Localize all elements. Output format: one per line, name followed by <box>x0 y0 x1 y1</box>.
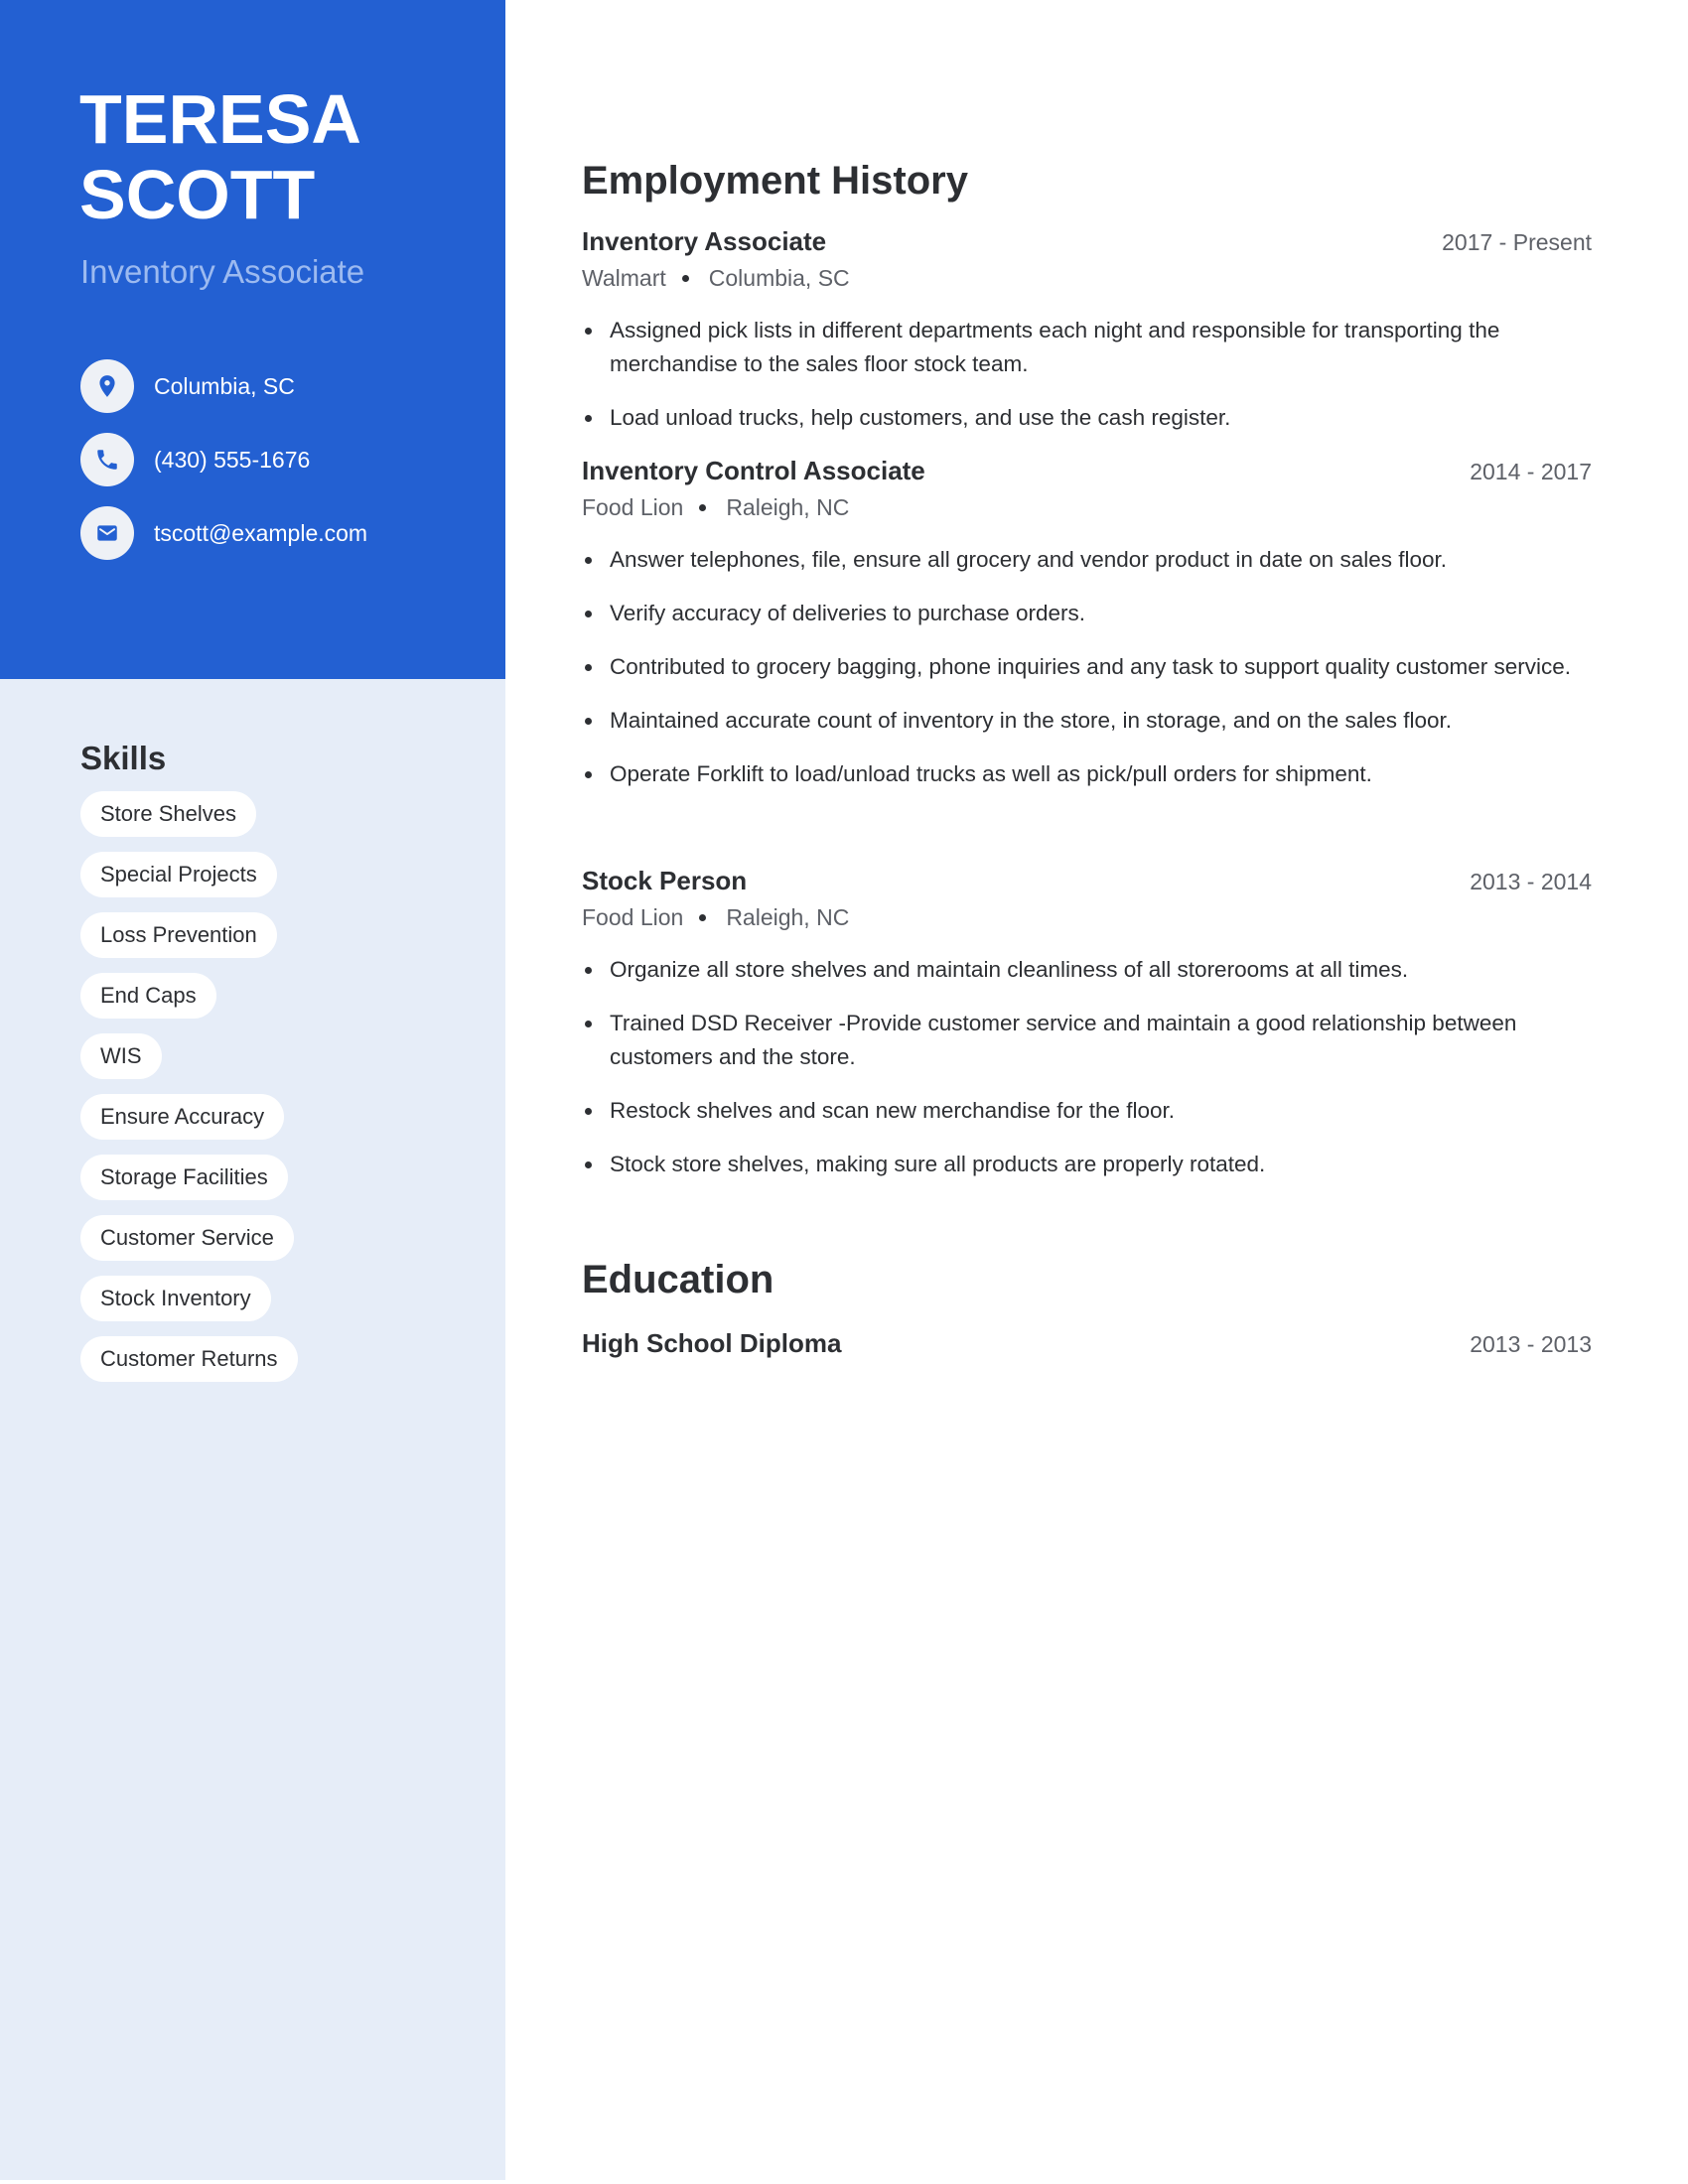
job-entry: Inventory Control Associate 2014 - 2017 … <box>582 456 1592 811</box>
bullet-item: Restock shelves and scan new merchandise… <box>582 1094 1592 1128</box>
job-title: Inventory Control Associate <box>582 456 925 485</box>
job-entry: Stock Person 2013 - 2014 Food Lion Ralei… <box>582 866 1592 1201</box>
job-dates: 2017 - Present <box>1442 229 1592 255</box>
skill-chip: WIS <box>80 1033 162 1079</box>
job-title: Inventory Associate <box>582 226 827 256</box>
job-company: Food Lion <box>582 904 684 930</box>
job-bullets: Answer telephones, file, ensure all groc… <box>582 543 1592 791</box>
separator-dot <box>681 275 689 282</box>
email-link[interactable]: tscott@example.com <box>154 520 367 547</box>
job-entry: Inventory Associate 2017 - Present Walma… <box>582 226 1592 455</box>
job-dates: 2013 - 2014 <box>1470 869 1592 894</box>
bullet-item: Operate Forklift to load/unload trucks a… <box>582 757 1592 791</box>
candidate-name: TERESA SCOTT <box>79 81 361 232</box>
bullet-item: Assigned pick lists in different departm… <box>582 314 1592 381</box>
job-company: Food Lion <box>582 494 684 520</box>
bullet-item: Maintained accurate count of inventory i… <box>582 704 1592 738</box>
last-name: SCOTT <box>79 156 316 233</box>
separator-dot <box>699 504 707 511</box>
bullet-item: Trained DSD Receiver -Provide customer s… <box>582 1007 1592 1074</box>
job-meta: Food Lion Raleigh, NC <box>582 904 1592 931</box>
education-heading: Education <box>582 1258 774 1301</box>
job-meta: Walmart Columbia, SC <box>582 265 1592 292</box>
job-location: Raleigh, NC <box>726 904 850 930</box>
bullet-item: Verify accuracy of deliveries to purchas… <box>582 597 1592 630</box>
separator-dot <box>699 914 707 921</box>
job-dates: 2014 - 2017 <box>1470 459 1592 484</box>
job-bullets: Assigned pick lists in different departm… <box>582 314 1592 435</box>
first-name: TERESA <box>79 80 361 158</box>
skill-chip: Customer Returns <box>80 1336 298 1382</box>
bullet-item: Answer telephones, file, ensure all groc… <box>582 543 1592 577</box>
envelope-icon <box>80 506 134 560</box>
bullet-item: Stock store shelves, making sure all pro… <box>582 1148 1592 1181</box>
candidate-headline: Inventory Associate <box>80 253 365 290</box>
education-entry: High School Diploma 2013 - 2013 <box>582 1328 1592 1359</box>
skill-chip: Loss Prevention <box>80 912 277 958</box>
contact-list: Columbia, SC (430) 555-1676 tscott@examp… <box>80 359 367 580</box>
job-location: Columbia, SC <box>708 265 850 291</box>
skill-chip: Special Projects <box>80 852 277 897</box>
skill-chip: End Caps <box>80 973 216 1019</box>
skill-chip: Store Shelves <box>80 791 256 837</box>
job-title: Stock Person <box>582 866 748 895</box>
sidebar: TERESA SCOTT Inventory Associate Columbi… <box>0 0 505 2180</box>
job-company: Walmart <box>582 265 666 291</box>
skill-chip: Customer Service <box>80 1215 294 1261</box>
profile-header: TERESA SCOTT Inventory Associate Columbi… <box>0 0 505 679</box>
skill-chip: Storage Facilities <box>80 1155 288 1200</box>
location-text: Columbia, SC <box>154 372 295 399</box>
skill-chip: Ensure Accuracy <box>80 1094 285 1140</box>
location-pin-icon <box>80 359 134 413</box>
job-location: Raleigh, NC <box>726 494 850 520</box>
bullet-item: Contributed to grocery bagging, phone in… <box>582 650 1592 684</box>
employment-heading: Employment History <box>582 159 968 203</box>
degree-title: High School Diploma <box>582 1328 842 1358</box>
phone-text[interactable]: (430) 555-1676 <box>154 447 310 474</box>
skills-list: Store Shelves Special Projects Loss Prev… <box>80 791 478 1397</box>
skills-heading: Skills <box>80 740 167 776</box>
bullet-item: Organize all store shelves and maintain … <box>582 953 1592 987</box>
bullet-item: Load unload trucks, help customers, and … <box>582 401 1592 435</box>
education-dates: 2013 - 2013 <box>1470 1331 1592 1357</box>
skill-chip: Stock Inventory <box>80 1276 271 1321</box>
contact-phone: (430) 555-1676 <box>80 433 367 486</box>
contact-location: Columbia, SC <box>80 359 367 413</box>
phone-icon <box>80 433 134 486</box>
job-meta: Food Lion Raleigh, NC <box>582 494 1592 521</box>
contact-email: tscott@example.com <box>80 506 367 560</box>
job-bullets: Organize all store shelves and maintain … <box>582 953 1592 1181</box>
